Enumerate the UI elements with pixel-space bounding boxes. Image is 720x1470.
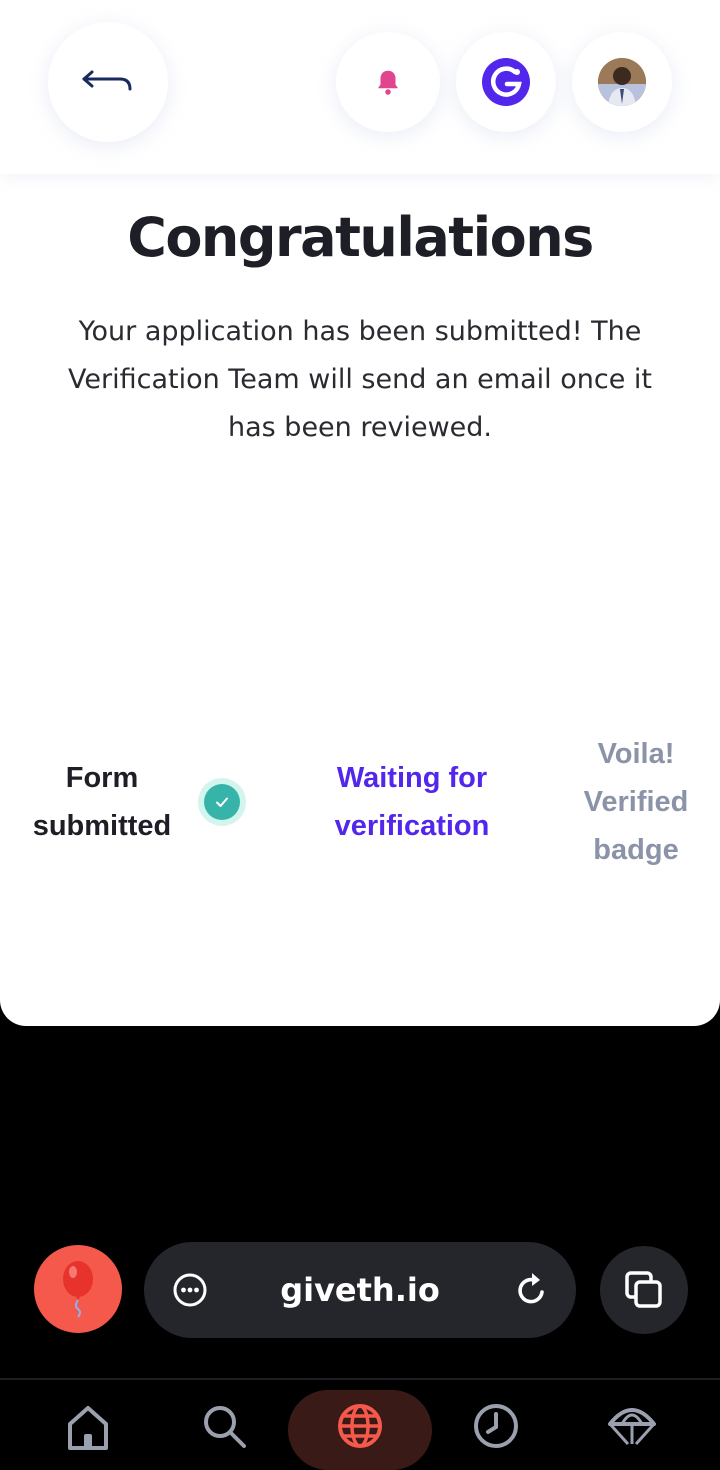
brave-rewards-button[interactable] bbox=[34, 1245, 122, 1333]
step-verified-badge: Voila! Verified badge bbox=[583, 738, 689, 866]
giveth-network-button[interactable] bbox=[456, 32, 556, 132]
back-arrow-icon bbox=[82, 70, 132, 91]
bottom-navigation bbox=[0, 1378, 720, 1470]
home-icon[interactable] bbox=[64, 1402, 112, 1450]
check-icon bbox=[198, 778, 246, 826]
bell-icon bbox=[378, 70, 398, 95]
avatar bbox=[598, 58, 646, 106]
parachute-icon[interactable] bbox=[608, 1402, 656, 1450]
tabs-button[interactable] bbox=[600, 1246, 688, 1334]
profile-button[interactable] bbox=[572, 32, 672, 132]
back-button[interactable] bbox=[48, 22, 168, 142]
search-icon[interactable] bbox=[200, 1402, 248, 1450]
reload-icon[interactable] bbox=[512, 1270, 550, 1310]
page-card: Congratulations Your application has bee… bbox=[0, 0, 720, 1026]
tabs-icon bbox=[625, 1271, 662, 1308]
step-form-submitted: Form submitted bbox=[32, 762, 172, 842]
page-title: Congratulations bbox=[127, 206, 594, 269]
giveth-logo-icon bbox=[482, 58, 530, 106]
header bbox=[0, 0, 720, 174]
globe-icon[interactable] bbox=[336, 1402, 384, 1450]
balloon-icon bbox=[63, 1261, 93, 1318]
address-bar[interactable]: giveth.io bbox=[144, 1242, 576, 1338]
step-waiting-verification: Waiting for verification bbox=[334, 762, 490, 842]
history-icon[interactable] bbox=[472, 1402, 520, 1450]
submission-message: Your application has been submitted! The… bbox=[68, 316, 652, 443]
notifications-button[interactable] bbox=[336, 32, 440, 132]
